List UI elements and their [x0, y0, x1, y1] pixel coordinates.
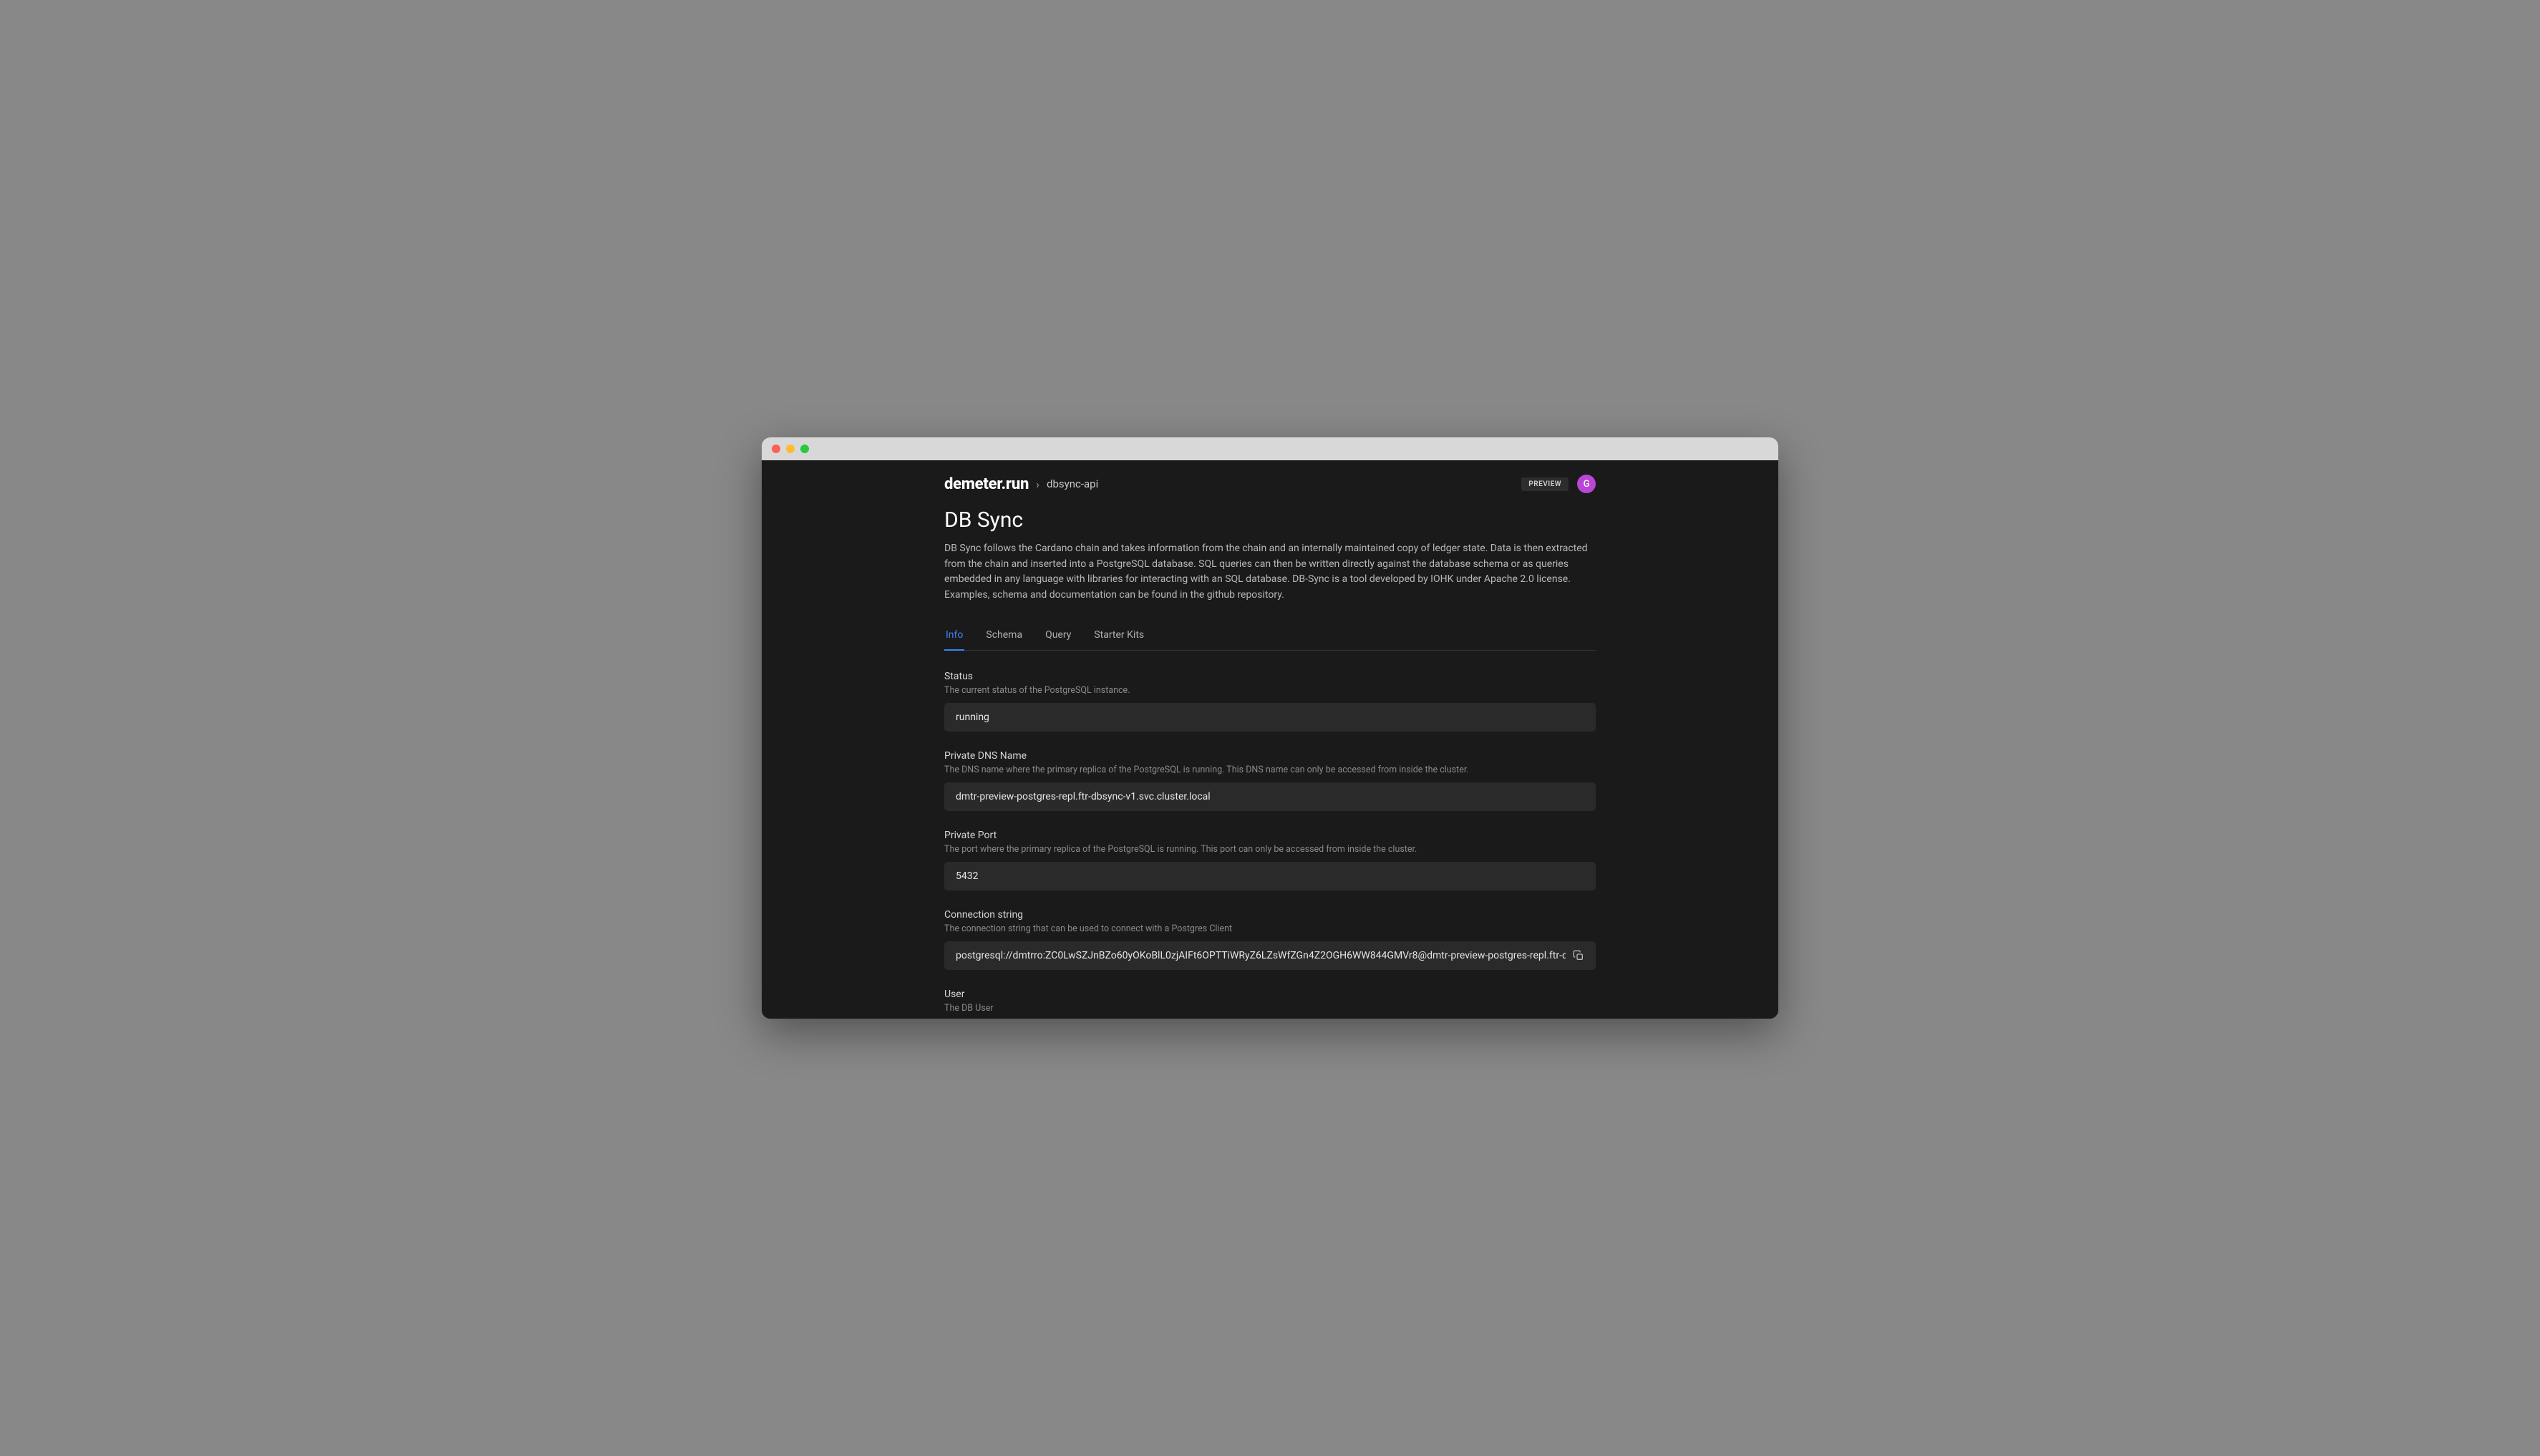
header-right: PREVIEW G	[1521, 475, 1596, 493]
titlebar	[762, 437, 1778, 460]
maximize-window-button[interactable]	[800, 445, 809, 453]
field-status: Status The current status of the PostgreS…	[944, 671, 1596, 732]
field-value-text: postgresql://dmtrro:ZC0LwSZJnBZo60yOKoBl…	[956, 950, 1566, 961]
tab-query[interactable]: Query	[1044, 621, 1072, 651]
field-label: Private Port	[944, 830, 1596, 841]
field-private-port: Private Port The port where the primary r…	[944, 830, 1596, 890]
field-value: postgresql://dmtrro:ZC0LwSZJnBZo60yOKoBl…	[944, 941, 1596, 970]
tab-info[interactable]: Info	[944, 621, 964, 651]
field-description: The DNS name where the primary replica o…	[944, 765, 1596, 775]
page-description: DB Sync follows the Cardano chain and ta…	[944, 541, 1596, 603]
field-label: Private DNS Name	[944, 750, 1596, 762]
field-description: The current status of the PostgreSQL ins…	[944, 685, 1596, 696]
brand-link[interactable]: demeter.run	[944, 475, 1029, 493]
tab-starter-kits[interactable]: Starter Kits	[1092, 621, 1145, 651]
field-value-text: 5432	[956, 870, 1584, 882]
env-badge: PREVIEW	[1521, 477, 1569, 491]
field-value-text: dmtr-preview-postgres-repl.ftr-dbsync-v1…	[956, 791, 1584, 802]
chevron-right-icon: ›	[1036, 477, 1039, 491]
field-value: dmtr-preview-postgres-repl.ftr-dbsync-v1…	[944, 782, 1596, 811]
avatar[interactable]: G	[1577, 475, 1596, 493]
tab-schema[interactable]: Schema	[984, 621, 1024, 651]
app-window: demeter.run › dbsync-api PREVIEW G DB Sy…	[762, 437, 1778, 1019]
fields: Status The current status of the PostgreS…	[944, 651, 1596, 1019]
main: DB Sync DB Sync follows the Cardano chai…	[944, 508, 1596, 1019]
field-label: Connection string	[944, 909, 1596, 921]
field-label: User	[944, 989, 1596, 1000]
header: demeter.run › dbsync-api PREVIEW G	[944, 460, 1596, 508]
field-private-dns-name: Private DNS Name The DNS name where the p…	[944, 750, 1596, 811]
breadcrumb-item[interactable]: dbsync-api	[1047, 477, 1098, 490]
minimize-window-button[interactable]	[786, 445, 795, 453]
page-title: DB Sync	[944, 508, 1596, 533]
tabs: Info Schema Query Starter Kits	[944, 621, 1596, 651]
close-window-button[interactable]	[772, 445, 780, 453]
field-connection-string: Connection string The connection string t…	[944, 909, 1596, 970]
copy-icon[interactable]	[1573, 950, 1584, 961]
breadcrumb: demeter.run › dbsync-api	[944, 475, 1098, 493]
field-description: The connection string that can be used t…	[944, 923, 1596, 934]
field-label: Status	[944, 671, 1596, 682]
field-value-text: running	[956, 712, 1584, 723]
field-description: The DB User	[944, 1003, 1596, 1014]
field-value: 5432	[944, 862, 1596, 890]
field-description: The port where the primary replica of th…	[944, 844, 1596, 855]
field-user: UserThe DB Userdmtrro	[944, 989, 1596, 1019]
app-content: demeter.run › dbsync-api PREVIEW G DB Sy…	[762, 460, 1778, 1019]
field-value: running	[944, 703, 1596, 732]
